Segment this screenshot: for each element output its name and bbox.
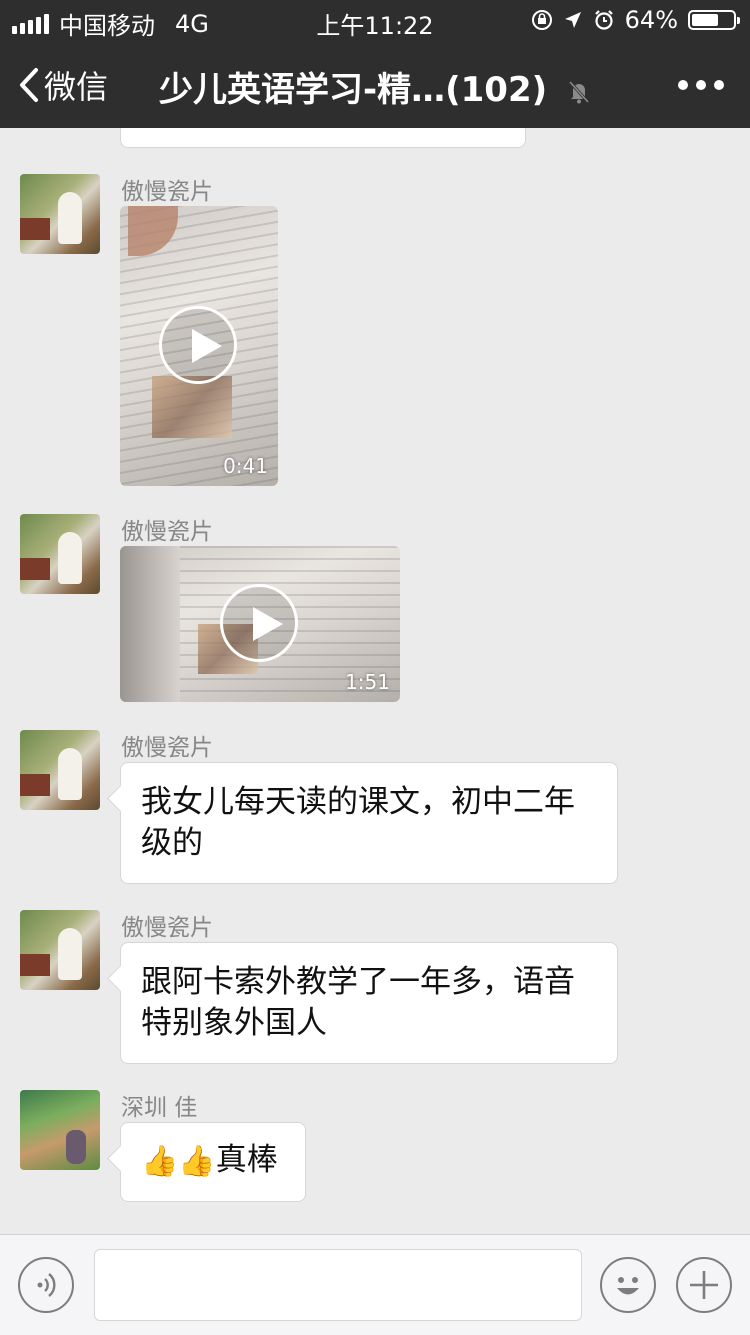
battery-icon [688, 10, 740, 30]
sender-name: 傲慢瓷片 [121, 519, 213, 545]
play-icon[interactable] [159, 306, 237, 384]
battery-percent: 64% [624, 6, 678, 34]
voice-button[interactable] [18, 1257, 74, 1313]
avatar[interactable] [20, 1090, 100, 1170]
alarm-icon [594, 10, 613, 30]
chat-title-text: 少儿英语学习-精…(102) [158, 70, 548, 110]
video-message[interactable]: 0:41 [120, 206, 278, 486]
emoji-icon [617, 1277, 639, 1295]
text-message[interactable]: 我女儿每天读的课文，初中二年 级的 [120, 762, 618, 884]
sender-name: 傲慢瓷片 [121, 915, 213, 941]
text-message[interactable]: 跟阿卡索外教学了一年多，语音 特别象外国人 [120, 942, 618, 1064]
bell-slash-icon [568, 80, 590, 103]
plus-button[interactable] [676, 1257, 732, 1313]
status-bar: 中国移动 4G 上午11:22 64% [0, 0, 750, 40]
thumbs-up-icon: 👍 [178, 1144, 216, 1179]
video-duration: 1:51 [345, 670, 390, 694]
nav-bar: 微信 少儿英语学习-精…(102) [0, 40, 750, 128]
text-message[interactable]: 👍👍真棒 [120, 1122, 306, 1202]
sender-name: 傲慢瓷片 [121, 179, 213, 205]
more-icon[interactable] [678, 80, 724, 90]
chat-title: 少儿英语学习-精…(102) [0, 62, 750, 111]
avatar[interactable] [20, 730, 100, 810]
plus-icon [690, 1271, 718, 1299]
location-icon [564, 12, 581, 28]
voice-icon [37, 1273, 56, 1297]
thumbs-up-icon: 👍 [141, 1144, 179, 1179]
message-line: 特别象外国人 [141, 1005, 327, 1041]
message-line: 级的 [141, 825, 203, 861]
avatar[interactable] [20, 174, 100, 254]
sender-name: 深圳 佳 [121, 1095, 198, 1121]
message-line: 我女儿每天读的课文，初中二年 [141, 784, 575, 820]
battery-fill [692, 14, 718, 26]
message-text: 真棒 [215, 1142, 278, 1178]
avatar[interactable] [20, 910, 100, 990]
avatar[interactable] [20, 514, 100, 594]
input-bar [0, 1234, 750, 1335]
message-input[interactable] [94, 1249, 582, 1321]
video-duration: 0:41 [223, 454, 268, 478]
orientation-lock-icon [531, 10, 552, 30]
previous-message-bubble[interactable] [120, 128, 526, 148]
sender-name: 傲慢瓷片 [121, 735, 213, 761]
message-line: 跟阿卡索外教学了一年多，语音 [141, 964, 575, 1000]
video-message[interactable]: 1:51 [120, 546, 400, 702]
play-icon[interactable] [220, 584, 298, 662]
chat-area[interactable]: 傲慢瓷片 0:41 傲慢瓷片 1:51 傲慢瓷片 我女儿每天读的课文，初中二年 … [0, 128, 750, 1234]
emoji-button[interactable] [600, 1257, 656, 1313]
